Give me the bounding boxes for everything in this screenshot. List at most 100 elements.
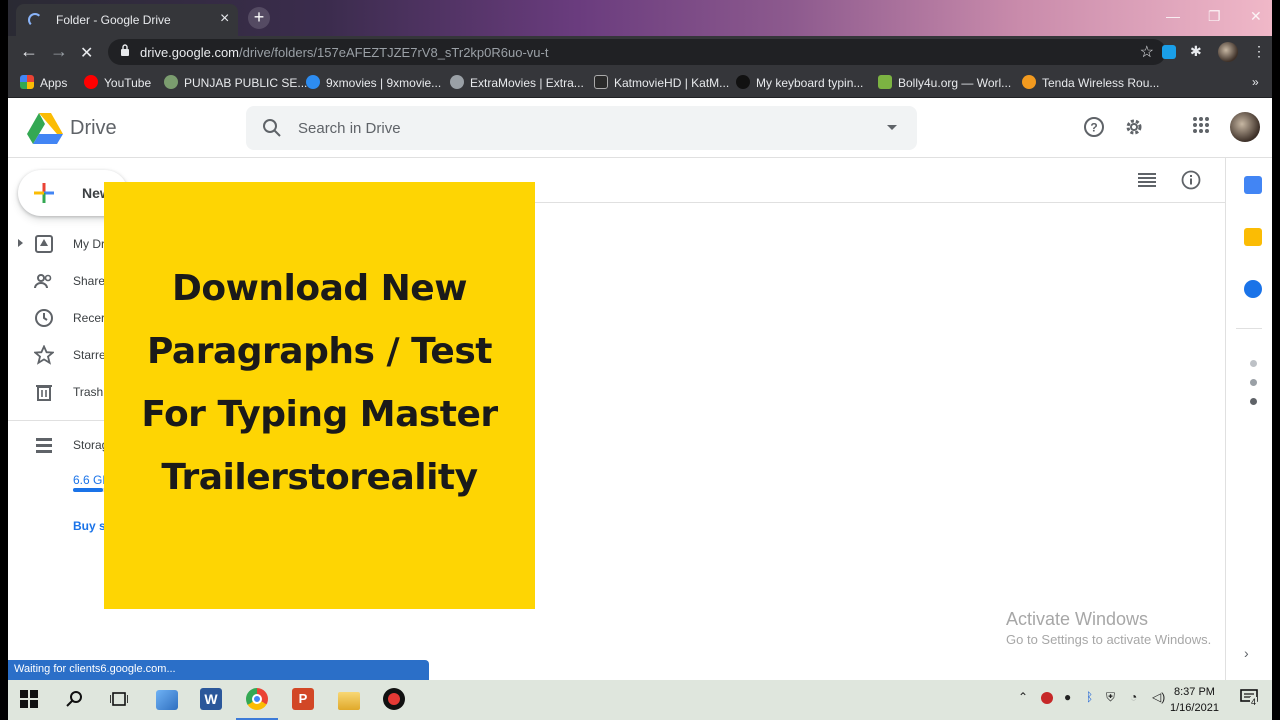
restore-icon[interactable]: ❐ — [1208, 8, 1221, 25]
dot-icon — [1250, 379, 1257, 386]
bookmarks-bar: Apps YouTube PUNJAB PUBLIC SE... 9xmovie… — [8, 68, 1272, 98]
new-tab-button[interactable]: + — [248, 7, 270, 29]
drive-logo-text: Drive — [70, 117, 117, 139]
record-tray-icon[interactable] — [1041, 692, 1053, 704]
notifications-icon[interactable]: 4 — [1240, 689, 1260, 709]
panel-divider — [1236, 328, 1262, 329]
youtube-icon — [84, 75, 98, 89]
stop-icon[interactable]: ✕ — [80, 43, 93, 63]
sidebar-item-label: Trash — [73, 385, 104, 399]
help-icon[interactable]: ? — [1083, 116, 1105, 138]
buy-storage-link[interactable]: Buy s — [73, 519, 106, 533]
tasks-icon[interactable] — [1244, 280, 1262, 298]
sidebar-item-label: Share — [73, 274, 106, 288]
start-windows-icon[interactable] — [20, 690, 38, 708]
file-explorer-icon[interactable] — [338, 692, 360, 710]
notification-count: 4 — [1250, 697, 1258, 707]
close-window-icon[interactable]: ✕ — [1250, 8, 1262, 25]
film-reel-icon — [450, 75, 464, 89]
profile-avatar[interactable] — [1218, 42, 1238, 62]
bookmark-item[interactable]: PUNJAB PUBLIC SE... — [164, 75, 307, 90]
watermark-subtitle: Go to Settings to activate Windows. — [1006, 632, 1212, 647]
dot-icon — [1250, 360, 1257, 367]
my-drive-icon — [35, 235, 53, 253]
bluetooth-icon[interactable]: ᛒ — [1086, 690, 1093, 704]
bookmark-item[interactable]: Bolly4u.org — Worl... — [878, 75, 1011, 90]
apps-grid-icon — [20, 75, 34, 89]
security-icon[interactable]: ⛨ — [1106, 690, 1115, 705]
apps-grid-icon[interactable] — [1192, 116, 1210, 134]
bookmark-item[interactable]: My keyboard typin... — [736, 75, 863, 90]
sidebar-item-label: Recer — [73, 311, 106, 325]
watermark-title: Activate Windows — [1006, 609, 1149, 629]
clock-time: 8:37 PM — [1173, 686, 1215, 698]
bookmark-item[interactable]: Apps — [20, 75, 67, 90]
browser-toolbar: ← → ✕ drive.google.com/drive/folders/157… — [8, 36, 1272, 68]
recorder-icon[interactable] — [383, 688, 405, 710]
bookmark-item[interactable]: 9xmovies | 9xmovie... — [306, 75, 441, 90]
volume-icon[interactable]: ◁) — [1152, 690, 1165, 704]
search-icon[interactable] — [262, 118, 282, 138]
storage-progress-fill — [73, 488, 103, 492]
address-bar[interactable]: drive.google.com/drive/folders/157eAFEZT… — [108, 39, 1166, 65]
bookmark-label: My keyboard typin... — [756, 76, 864, 90]
url-path: /drive/folders/157eAFEZTJZE7rV8_sTr2kp0R… — [239, 45, 549, 60]
bookmark-item[interactable]: Tenda Wireless Rou... — [1022, 75, 1159, 90]
bookmark-label: Tenda Wireless Rou... — [1042, 76, 1160, 90]
app-taskbar-icon[interactable] — [156, 690, 178, 710]
microphone-icon[interactable]: ● — [1064, 690, 1071, 704]
clock-date: 1/16/2021 — [1170, 702, 1219, 714]
bookmark-label: 9xmovies | 9xmovie... — [326, 76, 442, 90]
more-bookmarks-icon[interactable]: » — [1252, 75, 1259, 89]
bookmark-star-icon[interactable]: ☆ — [1140, 42, 1154, 62]
list-view-icon[interactable] — [1138, 172, 1156, 188]
drive-logo-icon — [27, 113, 63, 144]
shared-icon — [34, 274, 52, 289]
recent-icon — [35, 309, 53, 327]
wifi-icon[interactable]: ◔ — [1130, 690, 1137, 704]
back-icon[interactable]: ← — [20, 41, 38, 62]
powerpoint-icon[interactable]: P — [292, 688, 314, 710]
menu-icon[interactable]: ⋮ — [1252, 43, 1266, 60]
close-tab-icon[interactable]: × — [220, 10, 229, 28]
word-icon[interactable]: W — [200, 688, 222, 710]
keep-icon[interactable] — [1244, 228, 1262, 246]
bookmark-label: Apps — [40, 76, 68, 90]
calendar-icon[interactable] — [1244, 176, 1262, 194]
chrome-icon[interactable] — [246, 688, 268, 710]
expand-arrow-icon[interactable] — [18, 239, 23, 247]
trash-icon — [36, 385, 52, 401]
account-avatar[interactable] — [1230, 112, 1260, 142]
bookmark-item[interactable]: YouTube — [84, 75, 151, 90]
tab-title: Folder - Google Drive — [56, 13, 171, 27]
search-box[interactable]: Search in Drive — [246, 106, 917, 150]
drive-header: Drive Search in Drive ? — [8, 98, 1272, 158]
search-input[interactable]: Search in Drive — [298, 120, 401, 137]
overlay-line: For Typing Master — [141, 394, 498, 435]
chevron-right-icon[interactable]: › — [1244, 645, 1249, 661]
bookmark-item[interactable]: ExtraMovies | Extra... — [450, 75, 584, 90]
browser-tab-strip: Folder - Google Drive × + — ❐ ✕ — [8, 0, 1272, 36]
puzzle-icon[interactable]: ✱ — [1190, 43, 1202, 60]
search-options-icon[interactable] — [887, 125, 897, 130]
sidebar-item-label: My Dr — [73, 237, 105, 251]
system-clock[interactable]: 8:37 PM 1/16/2021 — [1170, 684, 1219, 716]
windows-taskbar: W P ⌃ ● ᛒ ⛨ ◔ ◁) 8:37 PM 1/16/2021 4 — [8, 680, 1272, 720]
pspcl-icon — [164, 75, 178, 89]
task-view-icon[interactable] — [110, 691, 128, 707]
play-icon — [306, 75, 320, 89]
settings-gear-icon[interactable] — [1123, 116, 1145, 138]
forward-icon[interactable]: → — [50, 41, 68, 62]
browser-tab[interactable]: Folder - Google Drive × — [16, 4, 238, 36]
svg-text:?: ? — [1090, 121, 1097, 135]
extension-icon[interactable] — [1162, 45, 1176, 59]
show-hidden-icons-icon[interactable]: ⌃ — [1018, 690, 1028, 704]
storage-icon — [36, 438, 52, 453]
minimize-icon[interactable]: — — [1166, 8, 1180, 24]
overlay-line: Trailerstoreality — [161, 457, 478, 498]
bookmark-item[interactable]: KatmovieHD | KatM... — [594, 75, 729, 90]
overlay-line: Paragraphs / Test — [147, 331, 492, 372]
search-icon[interactable] — [66, 690, 84, 708]
info-icon[interactable] — [1181, 170, 1201, 190]
dot-icon — [1250, 398, 1257, 405]
